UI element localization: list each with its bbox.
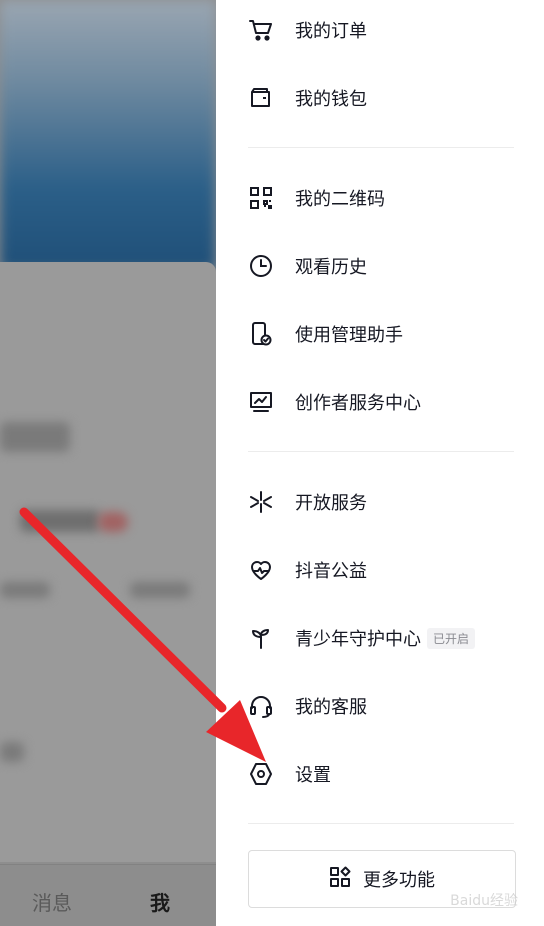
- heart-pulse-icon: [248, 557, 274, 583]
- clock-icon: [248, 253, 274, 279]
- monitor-chart-icon: [248, 389, 274, 415]
- menu-item-label: 开放服务: [295, 493, 367, 514]
- watermark: Baidu经验: [450, 893, 518, 909]
- phone-check-icon: [248, 321, 274, 347]
- background-overlay[interactable]: 消息 我: [0, 0, 216, 926]
- profile-card: [0, 262, 216, 862]
- tab-messages[interactable]: 消息: [32, 887, 72, 916]
- menu-item-open-services[interactable]: 开放服务: [248, 482, 538, 522]
- headset-icon: [248, 693, 274, 719]
- wallet-icon: [248, 85, 274, 111]
- hexagon-settings-icon: [248, 761, 274, 787]
- menu-item-label: 我的钱包: [295, 89, 367, 110]
- menu-item-qr-code[interactable]: 我的二维码: [248, 178, 538, 218]
- grid-icon: [329, 866, 351, 892]
- blurred-text: [0, 582, 50, 598]
- blurred-text: [130, 582, 190, 598]
- menu-item-label: 观看历史: [295, 257, 367, 278]
- divider: [248, 147, 514, 148]
- tab-me[interactable]: 我: [150, 887, 170, 916]
- qr-code-icon: [248, 185, 274, 211]
- sparkle-icon: [248, 489, 274, 515]
- status-badge: 已开启: [427, 627, 476, 649]
- menu-item-watch-history[interactable]: 观看历史: [248, 246, 538, 286]
- menu-item-label: 设置: [295, 765, 331, 786]
- menu-item-label: 创作者服务中心: [295, 393, 421, 414]
- profile-banner: [0, 0, 216, 270]
- menu-item-charity[interactable]: 抖音公益: [248, 550, 538, 590]
- blurred-text: [0, 422, 70, 452]
- tab-bar: 消息 我: [0, 864, 216, 926]
- divider: [248, 823, 514, 824]
- blurred-text: [0, 742, 24, 762]
- menu-item-label: 我的二维码: [295, 189, 385, 210]
- menu-item-wallet[interactable]: 我的钱包: [248, 78, 538, 118]
- divider: [248, 451, 514, 452]
- menu-item-label: 使用管理助手: [295, 325, 403, 346]
- menu-item-label: 抖音公益: [295, 561, 367, 582]
- menu-item-label: 我的订单: [295, 21, 367, 42]
- menu-item-creator-center[interactable]: 创作者服务中心: [248, 382, 538, 422]
- menu-item-usage-assistant[interactable]: 使用管理助手: [248, 314, 538, 354]
- menu-item-customer-service[interactable]: 我的客服: [248, 686, 538, 726]
- menu-item-orders[interactable]: 我的订单: [248, 10, 538, 50]
- blurred-text: [20, 510, 100, 532]
- side-drawer-menu: 我的订单 我的钱包 我的二维码 观看历史 使用管理助手 创作者服务中心 开放服务…: [216, 0, 544, 926]
- cart-icon: [248, 17, 274, 43]
- menu-item-label: 我的客服: [295, 697, 367, 718]
- sprout-icon: [248, 625, 274, 651]
- menu-item-label: 青少年守护中心: [295, 629, 421, 650]
- menu-item-settings[interactable]: 设置: [248, 754, 538, 794]
- menu-item-youth-protection[interactable]: 青少年守护中心 已开启: [248, 618, 538, 658]
- blurred-badge: [98, 512, 128, 532]
- more-features-label: 更多功能: [363, 870, 435, 891]
